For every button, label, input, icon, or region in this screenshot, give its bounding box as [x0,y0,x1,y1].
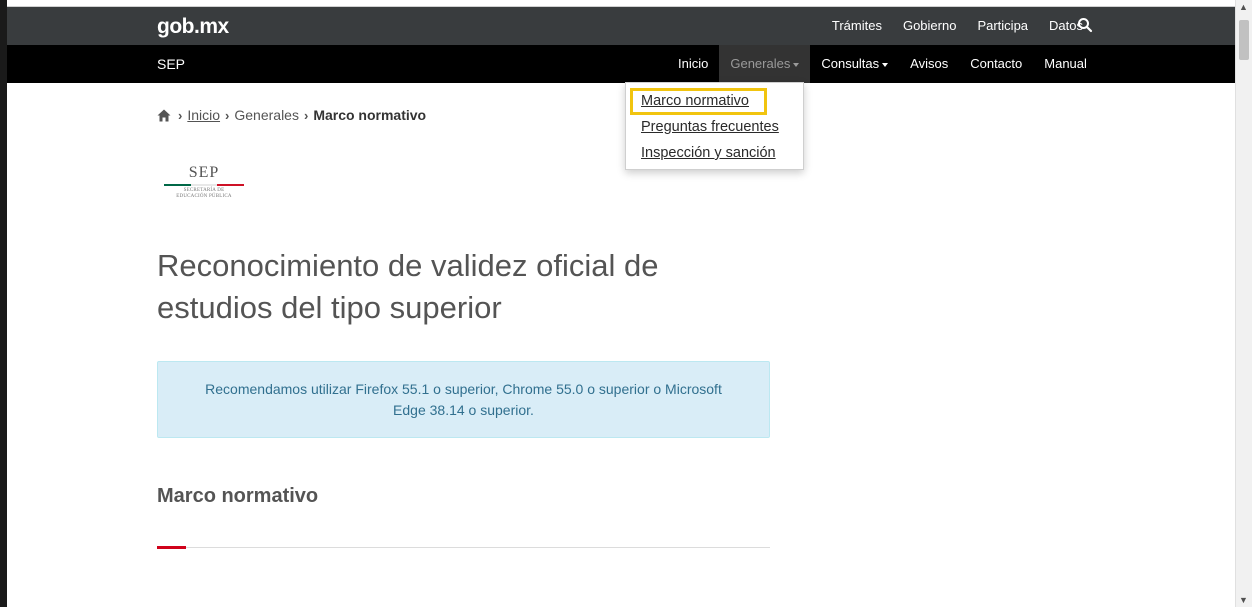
sub-nav-inicio[interactable]: Inicio [667,45,719,83]
alert-text: Recomendamos utilizar Firefox 55.1 o sup… [205,380,722,418]
breadcrumb-inicio-link[interactable]: Inicio [187,107,220,123]
dropdown-item-inspeccion-sancion[interactable]: Inspección y sanción [641,145,776,161]
top-nav-tramites[interactable]: Trámites [832,18,882,33]
sep-logo-tricolor [164,184,245,186]
scroll-down-icon[interactable]: ▼ [1239,595,1248,605]
breadcrumb: › Inicio › Generales › Marco normativo [157,107,426,123]
search-icon[interactable] [1077,17,1093,33]
chevron-down-icon [882,62,889,67]
brand-suffix: mx [199,15,229,38]
window-top-border [0,0,1252,7]
scrollbar-thumb[interactable] [1239,20,1249,60]
sub-nav-manual[interactable]: Manual [1033,45,1098,83]
brand-name: gob [157,15,194,38]
breadcrumb-separator: › [225,107,230,123]
home-icon[interactable] [157,109,171,122]
top-nav: Trámites Gobierno Participa Datos [811,18,1083,33]
breadcrumb-separator: › [178,107,183,123]
dropdown-item-marco-normativo[interactable]: Marco normativo [641,93,749,109]
breadcrumb-generales: Generales [234,107,299,123]
sub-header-bar: SEP Inicio Generales Consultas Avisos Co… [7,45,1235,83]
section-title: Marco normativo [157,485,319,507]
section-accent-bar [157,546,186,549]
breadcrumb-current: Marco normativo [313,107,427,123]
top-nav-participa[interactable]: Participa [977,18,1028,33]
top-header-bar: gob.mx Trámites Gobierno Participa Datos [7,7,1235,45]
sub-nav-generales[interactable]: Generales [719,45,811,83]
breadcrumb-separator: › [303,107,309,123]
sep-logo: SEP SECRETARÍA DE EDUCACIÓN PÚBLICA [163,165,245,205]
window-left-border [0,0,7,607]
section-divider [157,547,770,548]
sub-nav: Inicio Generales Consultas Avisos Contac… [667,45,1098,83]
site-label[interactable]: SEP [157,56,185,72]
sub-nav-consultas[interactable]: Consultas [810,45,899,83]
chevron-down-icon [793,62,800,67]
browser-recommendation-alert: Recomendamos utilizar Firefox 55.1 o sup… [157,361,770,438]
dropdown-item-preguntas-frecuentes[interactable]: Preguntas frecuentes [641,119,779,135]
page-title: Reconocimiento de validez oficial de est… [157,248,659,325]
top-nav-gobierno[interactable]: Gobierno [903,18,956,33]
vertical-scrollbar[interactable]: ▲ ▼ [1235,0,1252,607]
generales-dropdown-menu: Marco normativo Preguntas frecuentes Ins… [625,82,804,170]
gobmx-logo[interactable]: gob.mx [157,15,229,39]
sub-nav-avisos[interactable]: Avisos [899,45,959,83]
sub-nav-contacto[interactable]: Contacto [959,45,1033,83]
scroll-up-icon[interactable]: ▲ [1239,2,1248,12]
sep-logo-line2: EDUCACIÓN PÚBLICA [176,194,232,199]
sep-logo-title: SEP [188,164,220,181]
